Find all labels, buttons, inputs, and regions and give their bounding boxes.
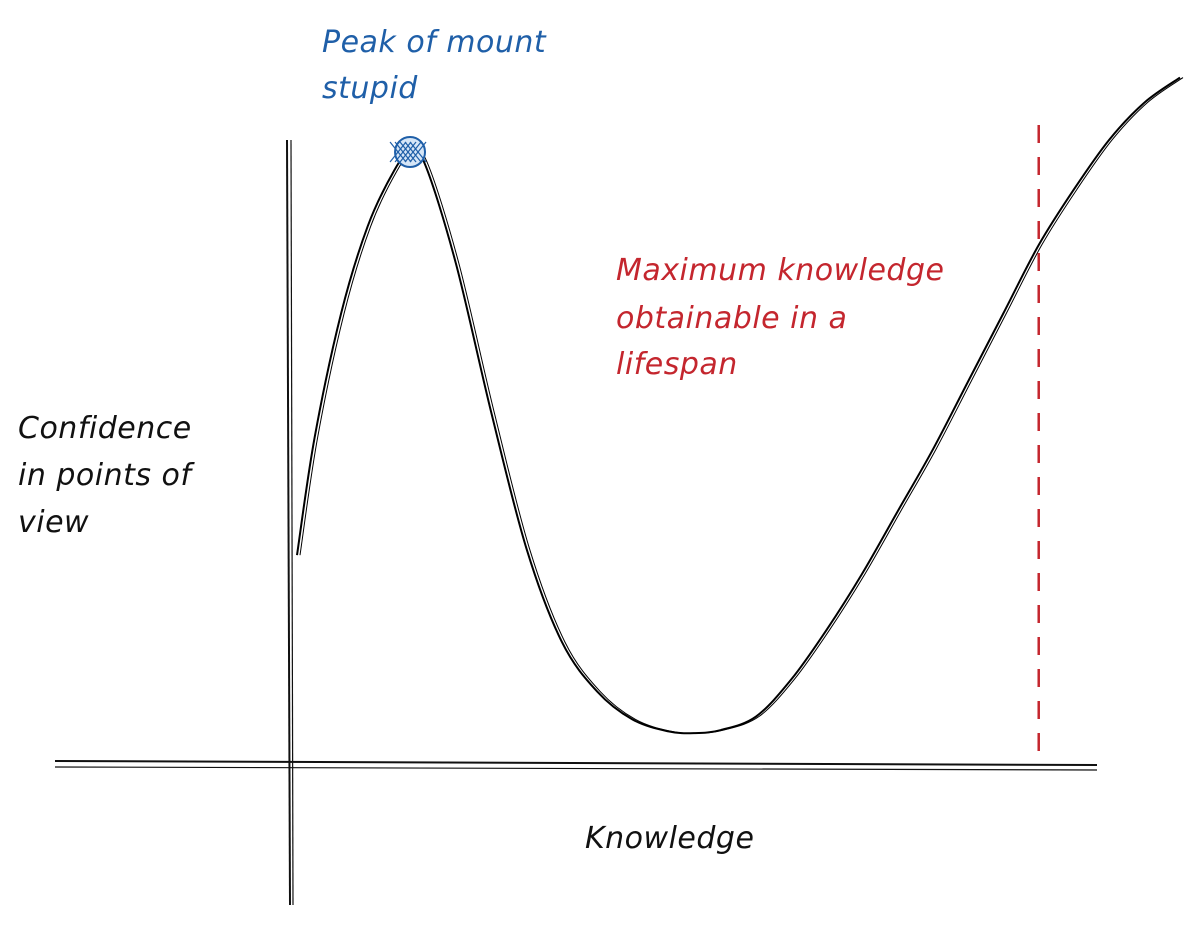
y-axis-label-line-3: view [18,505,89,540]
y-axis-label-line-1: Confidence [18,411,192,446]
series-line-0 [296,76,1181,735]
x-axis-line [54,760,1098,766]
chart: Knowledge Confidence in points of view P… [18,25,1184,906]
max-knowledge-annotation-line-2: obtainable in a [616,301,847,336]
peak-annotation-line-2: stupid [322,71,418,106]
series-line-sketch-0 [299,77,1184,734]
curve-layer [296,76,1184,735]
x-axis-line-double [54,766,1098,771]
x-axis-label: Knowledge [585,821,754,856]
peak-marker [389,136,427,168]
y-axis-line-double [290,139,294,906]
max-knowledge-annotation-line-3: lifespan [616,347,738,382]
y-axis-line [286,139,291,906]
y-axis-label-line-2: in points of [18,458,195,493]
label-layer: Knowledge Confidence in points of view P… [18,25,944,856]
peak-annotation-line-1: Peak of mount [322,25,547,60]
max-knowledge-annotation-line-1: Maximum knowledge [616,253,944,288]
